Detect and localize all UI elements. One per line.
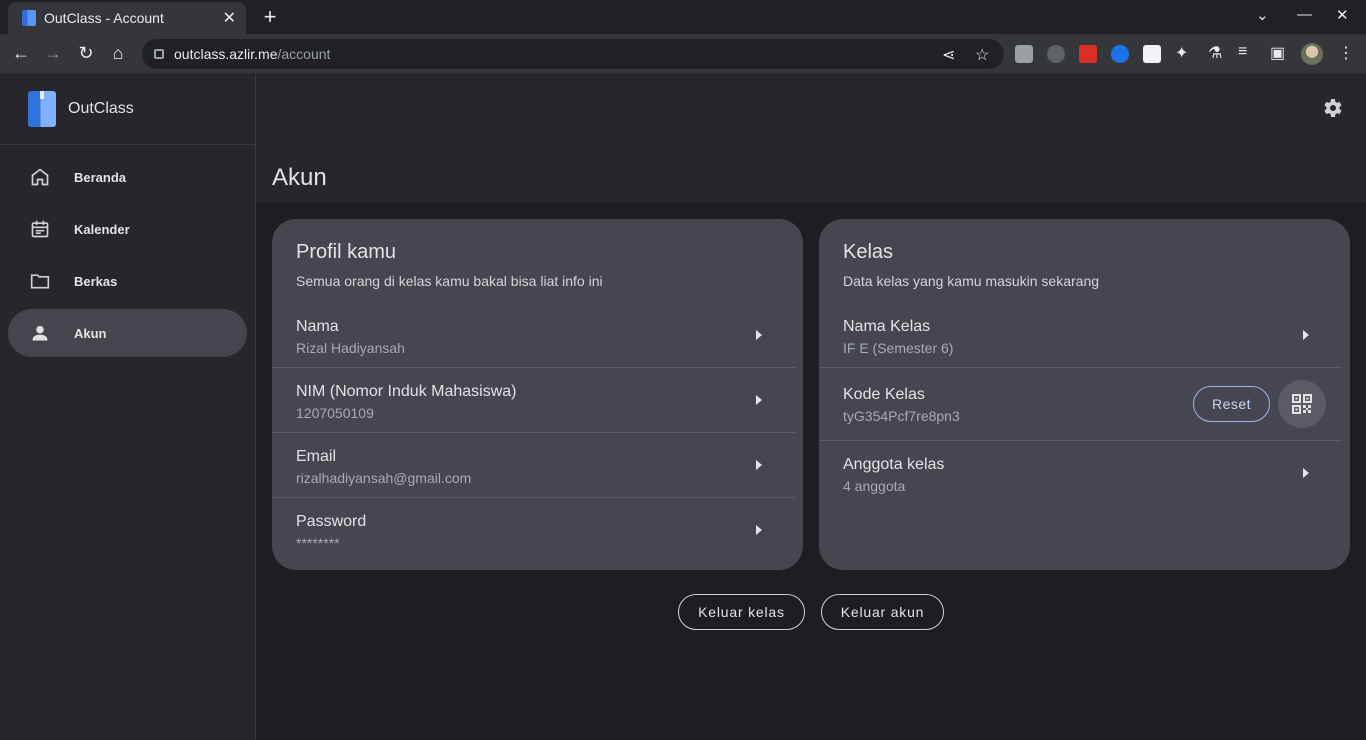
profile-card-subtitle: Semua orang di kelas kamu bakal bisa lia… [296,273,603,289]
kelas-card-subtitle: Data kelas yang kamu masukin sekarang [843,273,1100,289]
chevron-right-icon [1303,468,1309,478]
url-text: outclass.azlir.me/account [174,46,331,62]
row-value: ******** [296,535,340,551]
extension-1-icon[interactable] [1015,45,1033,63]
kelas-row-anggota[interactable]: Anggota kelas 4 anggota [819,441,1342,507]
page-header: Akun [256,74,1366,203]
extensions-puzzle-icon[interactable]: ✦ [1175,43,1188,63]
extension-5-icon[interactable] [1143,45,1161,63]
media-queue-icon[interactable]: ≡ [1238,43,1247,61]
profile-card-title: Profil kamu [296,241,397,263]
bookmark-star-icon[interactable]: ☆ [975,45,989,65]
forward-icon[interactable]: → [42,43,64,64]
row-key: NIM (Nomor Induk Mahasiswa) [296,383,517,400]
gear-icon[interactable] [1320,96,1344,120]
new-tab-icon[interactable]: + [258,4,282,30]
outclass-logo-icon [28,91,56,127]
brand-name: OutClass [68,100,134,117]
row-value: IF E (Semester 6) [843,340,954,356]
sidebar-item-kalender[interactable]: Kalender [8,205,247,253]
extension-3-icon[interactable] [1079,45,1097,63]
close-tab-icon[interactable]: ✕ [223,8,236,28]
reload-icon[interactable]: ↻ [75,43,97,64]
sidebar-item-akun[interactable]: Akun [8,309,247,357]
menu-kebab-icon[interactable]: ⋮ [1338,43,1354,63]
profile-row-nama[interactable]: Nama Rizal Hadiyansah [272,305,795,368]
sidebar-item-label: Beranda [74,169,127,185]
row-value: 4 anggota [843,478,906,494]
browser-toolbar: ← → ↻ ⌂ outclass.azlir.me/account ⋖ ☆ ✦ … [0,34,1366,74]
share-icon[interactable]: ⋖ [942,45,955,65]
lock-icon [154,49,164,59]
profile-row-nim[interactable]: NIM (Nomor Induk Mahasiswa) 1207050109 [272,368,795,433]
logout-button[interactable]: Keluar akun [821,594,944,630]
profile-row-password[interactable]: Password ******** [272,498,795,563]
row-key: Password [296,513,367,530]
row-value: rizalhadiyansah@gmail.com [296,470,472,486]
row-key: Anggota kelas [843,456,945,473]
extension-4-icon[interactable] [1111,45,1129,63]
home-button-icon[interactable]: ⌂ [107,43,129,64]
browser-tabbar: OutClass - Account ✕ + ⌄ — ✕ [0,0,1366,34]
chevron-right-icon [1303,330,1309,340]
address-bar[interactable]: outclass.azlir.me/account ⋖ ☆ [142,39,1004,69]
sidebar-item-label: Akun [74,325,107,341]
extension-2-icon[interactable] [1047,45,1065,63]
side-panel-icon[interactable]: ▣ [1270,43,1285,63]
outclass-favicon-icon [22,10,36,26]
row-value: tyG354Pcf7re8pn3 [843,408,960,424]
row-key: Nama Kelas [843,318,931,335]
row-key: Kode Kelas [843,386,925,403]
back-icon[interactable]: ← [10,43,32,64]
person-icon [30,323,50,343]
sidebar-item-berkas[interactable]: Berkas [8,257,247,305]
minimize-icon[interactable]: — [1297,6,1312,23]
row-key: Nama [296,318,339,335]
tab-title: OutClass - Account [44,10,164,26]
qr-code-button[interactable] [1278,380,1326,428]
folder-icon [30,271,50,291]
chevron-right-icon [756,460,762,470]
sidebar-item-label: Kalender [74,221,130,237]
brand[interactable]: OutClass [0,74,256,145]
window-close-icon[interactable]: ✕ [1336,6,1349,24]
row-value: Rizal Hadiyansah [296,340,405,356]
tab-search-icon[interactable]: ⌄ [1256,6,1269,24]
sidebar: OutClass Beranda Kalender Berkas Akun [0,74,256,740]
profile-row-email[interactable]: Email rizalhadiyansah@gmail.com [272,433,795,498]
chevron-right-icon [756,395,762,405]
reset-code-button[interactable]: Reset [1193,386,1270,422]
leave-class-button[interactable]: Keluar kelas [678,594,805,630]
kelas-card-title: Kelas [843,241,894,263]
kelas-row-nama-kelas[interactable]: Nama Kelas IF E (Semester 6) [819,305,1342,368]
profile-avatar[interactable] [1301,43,1323,65]
kelas-row-kode-kelas: Kode Kelas tyG354Pcf7re8pn3 Reset [819,368,1342,441]
home-icon [30,167,50,187]
chevron-right-icon [756,525,762,535]
calendar-icon [30,219,50,239]
kelas-card: Kelas Data kelas yang kamu masukin sekar… [819,219,1350,570]
profile-card: Profil kamu Semua orang di kelas kamu ba… [272,219,803,570]
browser-tab[interactable]: OutClass - Account ✕ [8,2,246,34]
page-title: Akun [272,164,327,191]
row-value: 1207050109 [296,405,374,421]
sidebar-item-label: Berkas [74,273,118,289]
main-content: Akun Profil kamu Semua orang di kelas ka… [256,74,1366,740]
sidebar-item-beranda[interactable]: Beranda [8,153,247,201]
labs-flask-icon[interactable]: ⚗ [1208,43,1222,63]
qr-code-icon [1292,394,1312,414]
row-key: Email [296,448,337,465]
chevron-right-icon [756,330,762,340]
